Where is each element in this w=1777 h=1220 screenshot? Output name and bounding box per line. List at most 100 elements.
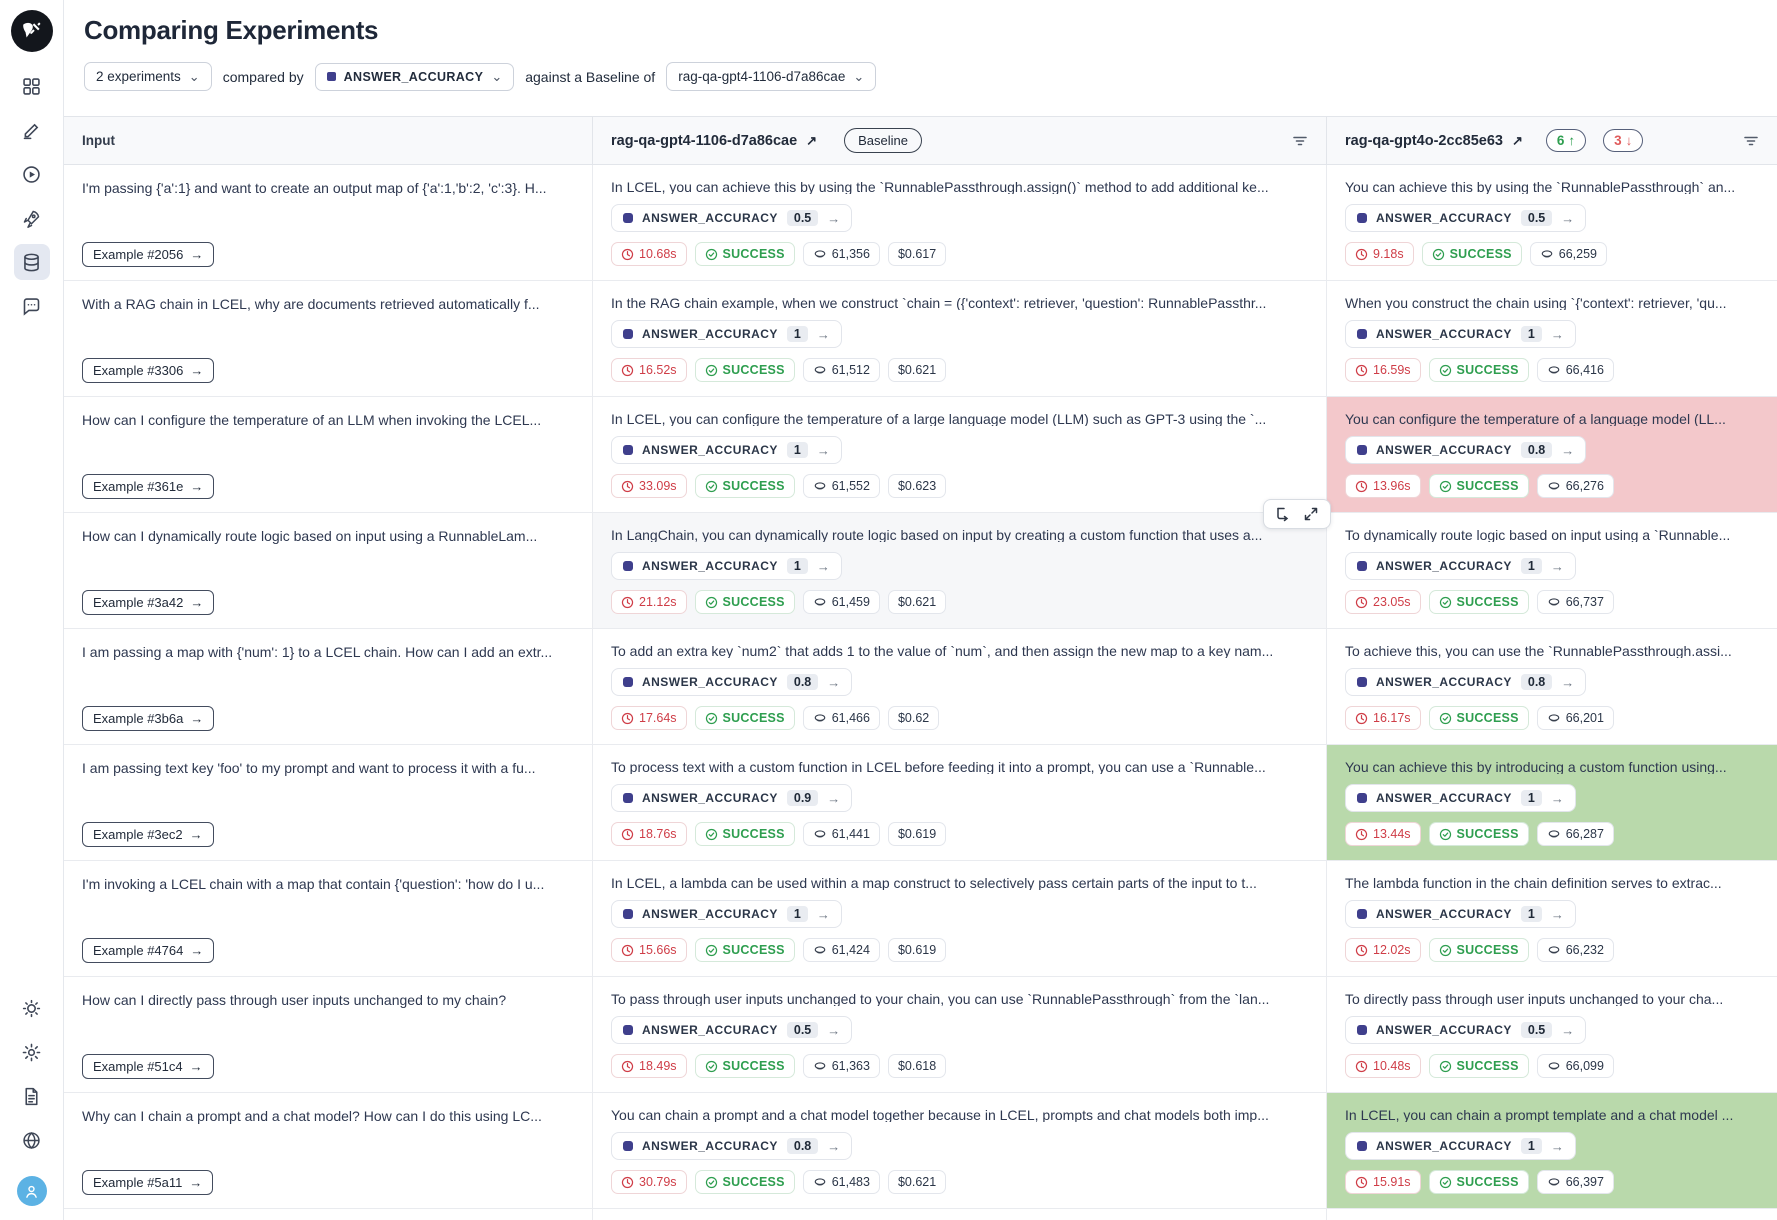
status-badge[interactable]: SUCCESS xyxy=(695,1170,795,1194)
sidebar-item-support-chat[interactable] xyxy=(14,288,50,324)
baseline-output-cell[interactable]: In LCEL, you can achieve this by using t… xyxy=(592,165,1326,280)
token-count-pill[interactable]: 61,466 xyxy=(803,706,880,730)
latency-pill[interactable]: 15.91s xyxy=(1345,1170,1421,1194)
latency-pill[interactable]: 33.09s xyxy=(611,474,687,498)
example-link[interactable]: Example #4764 → xyxy=(82,938,214,963)
answer-accuracy-badge[interactable]: ANSWER_ACCURACY0.5→ xyxy=(611,204,852,232)
example-link[interactable]: Example #3b6a → xyxy=(82,706,214,731)
website-globe-icon[interactable] xyxy=(14,1122,50,1158)
answer-accuracy-badge[interactable]: ANSWER_ACCURACY1→ xyxy=(1345,1132,1576,1160)
metric-dropdown[interactable]: ANSWER_ACCURACY ⌄ xyxy=(315,63,515,91)
sidebar-item-rocket[interactable] xyxy=(14,200,50,236)
answer-accuracy-badge[interactable]: ANSWER_ACCURACY0.8→ xyxy=(1345,436,1586,464)
status-badge[interactable]: SUCCESS xyxy=(695,822,795,846)
open-external-icon[interactable]: ↗ xyxy=(1512,133,1523,149)
status-badge[interactable]: SUCCESS xyxy=(1429,822,1529,846)
token-count-pill[interactable]: 66,287 xyxy=(1537,822,1614,846)
status-badge[interactable]: SUCCESS xyxy=(695,938,795,962)
sidebar-item-play[interactable] xyxy=(14,156,50,192)
token-count-pill[interactable]: 66,099 xyxy=(1537,1054,1614,1078)
latency-pill[interactable]: 12.02s xyxy=(1345,938,1421,962)
token-count-pill[interactable]: 66,232 xyxy=(1537,938,1614,962)
user-avatar[interactable] xyxy=(17,1176,47,1206)
latency-pill[interactable]: 23.05s xyxy=(1345,590,1421,614)
comparison-output-cell[interactable]: To achieve this, you can use the `Runnab… xyxy=(1326,629,1777,744)
token-count-pill[interactable]: 61,356 xyxy=(803,242,880,266)
baseline-output-cell[interactable]: In LangChain, you can dynamically route … xyxy=(592,513,1326,628)
latency-pill[interactable]: 10.68s xyxy=(611,242,687,266)
trace-icon[interactable] xyxy=(1275,506,1291,522)
token-count-pill[interactable]: 66,201 xyxy=(1537,706,1614,730)
comparison-output-cell[interactable]: You can configure the temperature of a l… xyxy=(1326,397,1777,512)
settings-gear-icon[interactable] xyxy=(14,1034,50,1070)
status-badge[interactable]: SUCCESS xyxy=(695,358,795,382)
answer-accuracy-badge[interactable]: ANSWER_ACCURACY1→ xyxy=(611,436,842,464)
input-cell[interactable]: How can I directly pass through user inp… xyxy=(64,977,592,1092)
token-count-pill[interactable]: 66,737 xyxy=(1537,590,1614,614)
latency-pill[interactable]: 13.96s xyxy=(1345,474,1421,498)
input-cell[interactable]: How can I dynamically route logic based … xyxy=(64,513,592,628)
input-cell[interactable]: I'm invoking a LCEL chain with a map tha… xyxy=(64,861,592,976)
experiment-name[interactable]: rag-qa-gpt4o-2cc85e63 xyxy=(1345,133,1503,149)
token-count-pill[interactable]: 61,424 xyxy=(803,938,880,962)
comparison-output-cell[interactable]: To dynamically route logic based on inpu… xyxy=(1326,513,1777,628)
latency-pill[interactable]: 10.48s xyxy=(1345,1054,1421,1078)
baseline-dropdown[interactable]: rag-qa-gpt4-1106-d7a86cae ⌄ xyxy=(666,62,876,91)
cost-pill[interactable]: $0.62 xyxy=(888,706,939,730)
latency-pill[interactable]: 15.66s xyxy=(611,938,687,962)
latency-pill[interactable]: 9.18s xyxy=(1345,242,1414,266)
theme-toggle-sun-icon[interactable] xyxy=(14,990,50,1026)
example-link[interactable]: Example #3ec2 → xyxy=(82,822,214,847)
baseline-output-cell[interactable]: To pass through user inputs unchanged to… xyxy=(592,977,1326,1092)
latency-pill[interactable]: 13.44s xyxy=(1345,822,1421,846)
token-count-pill[interactable]: 61,363 xyxy=(803,1054,880,1078)
latency-pill[interactable]: 18.49s xyxy=(611,1054,687,1078)
cost-pill[interactable]: $0.618 xyxy=(888,1054,946,1078)
status-badge[interactable]: SUCCESS xyxy=(1429,706,1529,730)
comparison-output-cell[interactable]: You can achieve this by introducing a cu… xyxy=(1326,745,1777,860)
answer-accuracy-badge[interactable]: ANSWER_ACCURACY0.8→ xyxy=(611,668,852,696)
answer-accuracy-badge[interactable]: ANSWER_ACCURACY0.5→ xyxy=(611,1016,852,1044)
filter-icon[interactable] xyxy=(1292,133,1308,149)
answer-accuracy-badge[interactable]: ANSWER_ACCURACY1→ xyxy=(611,320,842,348)
latency-pill[interactable]: 16.17s xyxy=(1345,706,1421,730)
answer-accuracy-badge[interactable]: ANSWER_ACCURACY0.5→ xyxy=(1345,1016,1586,1044)
status-badge[interactable]: SUCCESS xyxy=(1422,242,1522,266)
example-link[interactable]: Example #2056 → xyxy=(82,242,214,267)
answer-accuracy-badge[interactable]: ANSWER_ACCURACY1→ xyxy=(1345,784,1576,812)
status-badge[interactable]: SUCCESS xyxy=(695,706,795,730)
cost-pill[interactable]: $0.619 xyxy=(888,822,946,846)
answer-accuracy-badge[interactable]: ANSWER_ACCURACY1→ xyxy=(1345,320,1576,348)
cost-pill[interactable]: $0.617 xyxy=(888,242,946,266)
status-badge[interactable]: SUCCESS xyxy=(695,474,795,498)
token-count-pill[interactable]: 61,512 xyxy=(803,358,880,382)
status-badge[interactable]: SUCCESS xyxy=(695,590,795,614)
status-badge[interactable]: SUCCESS xyxy=(695,1054,795,1078)
token-count-pill[interactable]: 66,259 xyxy=(1530,242,1607,266)
filter-icon[interactable] xyxy=(1743,133,1759,149)
regressed-count-badge[interactable]: 3 ↓ xyxy=(1603,129,1643,152)
sidebar-item-edit[interactable] xyxy=(14,112,50,148)
token-count-pill[interactable]: 61,483 xyxy=(803,1170,880,1194)
comparison-output-cell[interactable]: In LCEL, you can chain a prompt template… xyxy=(1326,1093,1777,1208)
comparison-output-cell[interactable]: When you construct the chain using `{'co… xyxy=(1326,281,1777,396)
token-count-pill[interactable]: 61,441 xyxy=(803,822,880,846)
answer-accuracy-badge[interactable]: ANSWER_ACCURACY1→ xyxy=(611,900,842,928)
token-count-pill[interactable]: 66,397 xyxy=(1537,1170,1614,1194)
status-badge[interactable]: SUCCESS xyxy=(695,242,795,266)
status-badge[interactable]: SUCCESS xyxy=(1429,1170,1529,1194)
expand-icon[interactable] xyxy=(1303,506,1319,522)
cost-pill[interactable]: $0.621 xyxy=(888,1170,946,1194)
answer-accuracy-badge[interactable]: ANSWER_ACCURACY1→ xyxy=(1345,900,1576,928)
status-badge[interactable]: SUCCESS xyxy=(1429,938,1529,962)
comparison-output-cell[interactable]: The lambda function in the chain definit… xyxy=(1326,861,1777,976)
sidebar-item-dashboard[interactable] xyxy=(14,68,50,104)
latency-pill[interactable]: 18.76s xyxy=(611,822,687,846)
input-cell[interactable]: How can I configure the temperature of a… xyxy=(64,397,592,512)
input-cell[interactable]: I'm passing {'a':1} and want to create a… xyxy=(64,165,592,280)
latency-pill[interactable]: 16.52s xyxy=(611,358,687,382)
token-count-pill[interactable]: 66,276 xyxy=(1537,474,1614,498)
token-count-pill[interactable]: 61,459 xyxy=(803,590,880,614)
status-badge[interactable]: SUCCESS xyxy=(1429,474,1529,498)
answer-accuracy-badge[interactable]: ANSWER_ACCURACY0.9→ xyxy=(611,784,852,812)
